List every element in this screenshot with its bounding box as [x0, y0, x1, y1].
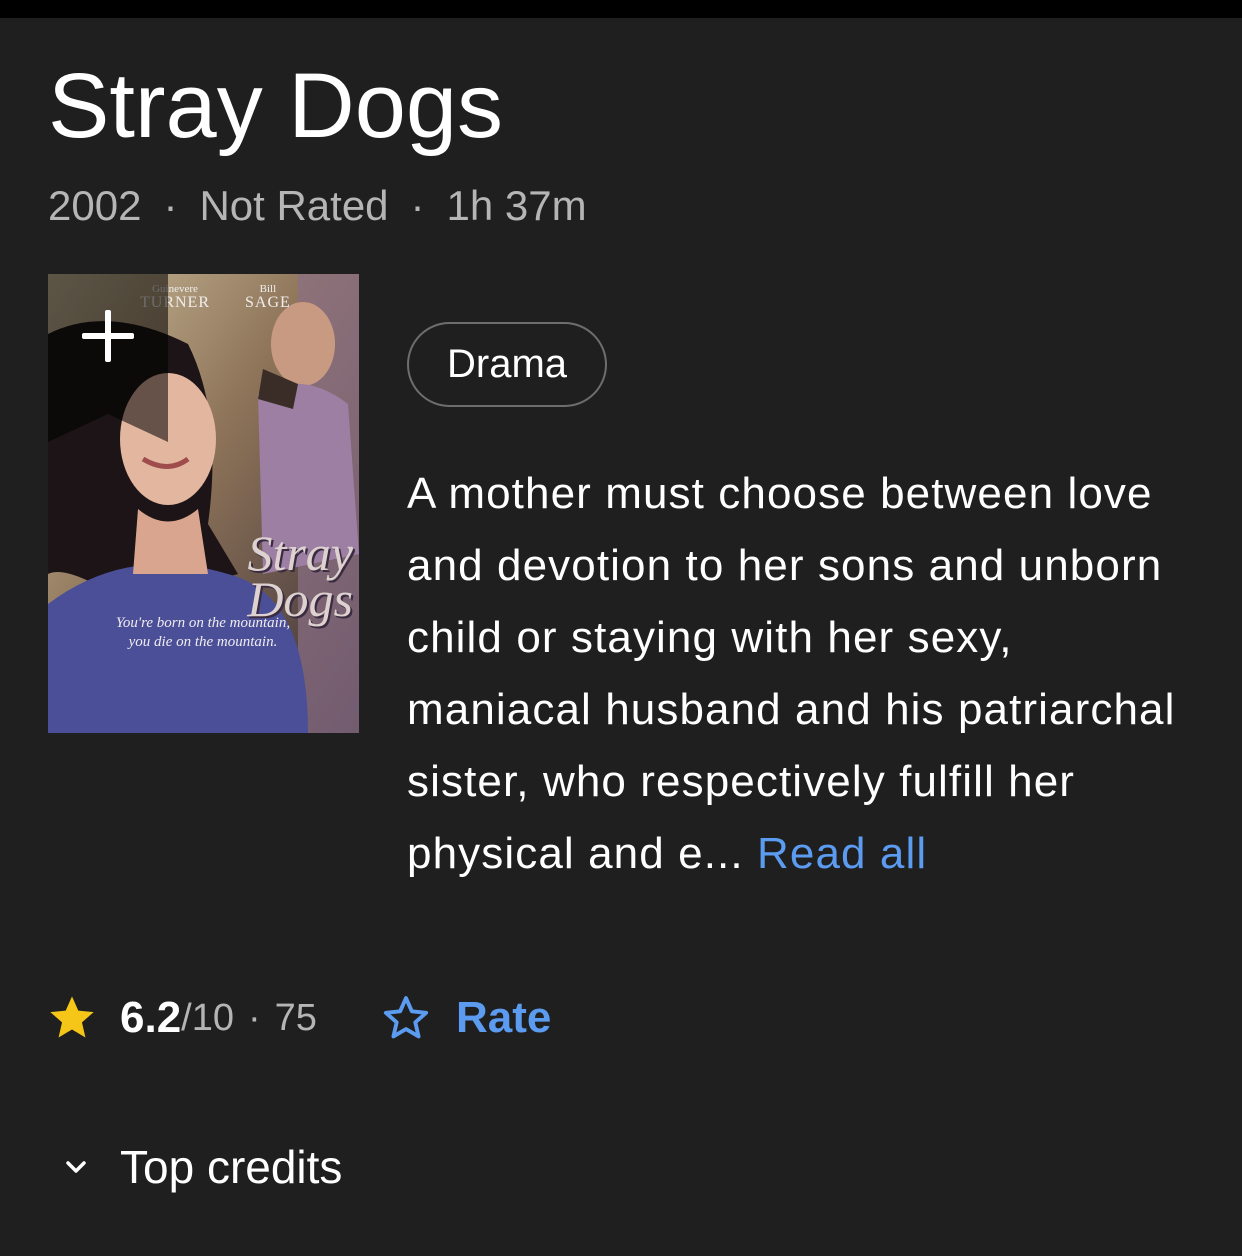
- poster-title: Stray Dogs: [188, 525, 353, 624]
- meta-separator: ·: [410, 182, 425, 229]
- rating-vote-count: 75: [274, 996, 317, 1039]
- meta-separator: ·: [163, 182, 178, 229]
- rating-score: 6.2: [120, 993, 182, 1042]
- status-bar: [0, 0, 1242, 18]
- certificate: Not Rated: [199, 182, 389, 229]
- top-credits-label: Top credits: [120, 1141, 343, 1193]
- page-title: Stray Dogs: [48, 55, 504, 157]
- rate-button[interactable]: Rate: [380, 988, 551, 1048]
- poster-cast-credit: Bill SAGE: [245, 282, 291, 311]
- runtime: 1h 37m: [446, 182, 587, 229]
- title-metadata: 2002 · Not Rated · 1h 37m: [48, 182, 587, 230]
- plot-summary[interactable]: A mother must choose between love and de…: [407, 458, 1207, 890]
- imdb-rating[interactable]: 6.2/10 · 75: [46, 990, 317, 1046]
- release-year[interactable]: 2002: [48, 182, 141, 229]
- rating-separator: ·: [248, 996, 261, 1039]
- poster-tagline-line: you die on the mountain.: [128, 634, 278, 650]
- read-all-link[interactable]: Read all: [757, 829, 927, 878]
- rating-scale: /10: [181, 996, 234, 1039]
- chevron-down-icon: [66, 1161, 86, 1173]
- star-icon: [50, 996, 94, 1038]
- poster-cast-lastname: SAGE: [245, 294, 291, 311]
- add-to-watchlist-icon[interactable]: [78, 306, 138, 366]
- poster-title-line: Stray: [247, 525, 353, 581]
- rate-label: Rate: [456, 993, 552, 1042]
- top-credits-toggle[interactable]: Top credits: [60, 1140, 342, 1194]
- plot-text: A mother must choose between love and de…: [407, 469, 1176, 878]
- poster-tagline-line: You're born on the mountain,: [115, 615, 291, 631]
- star-outline-icon: [383, 996, 429, 1039]
- poster-tagline: You're born on the mountain, you die on …: [68, 614, 338, 652]
- genre-chip[interactable]: Drama: [407, 322, 607, 407]
